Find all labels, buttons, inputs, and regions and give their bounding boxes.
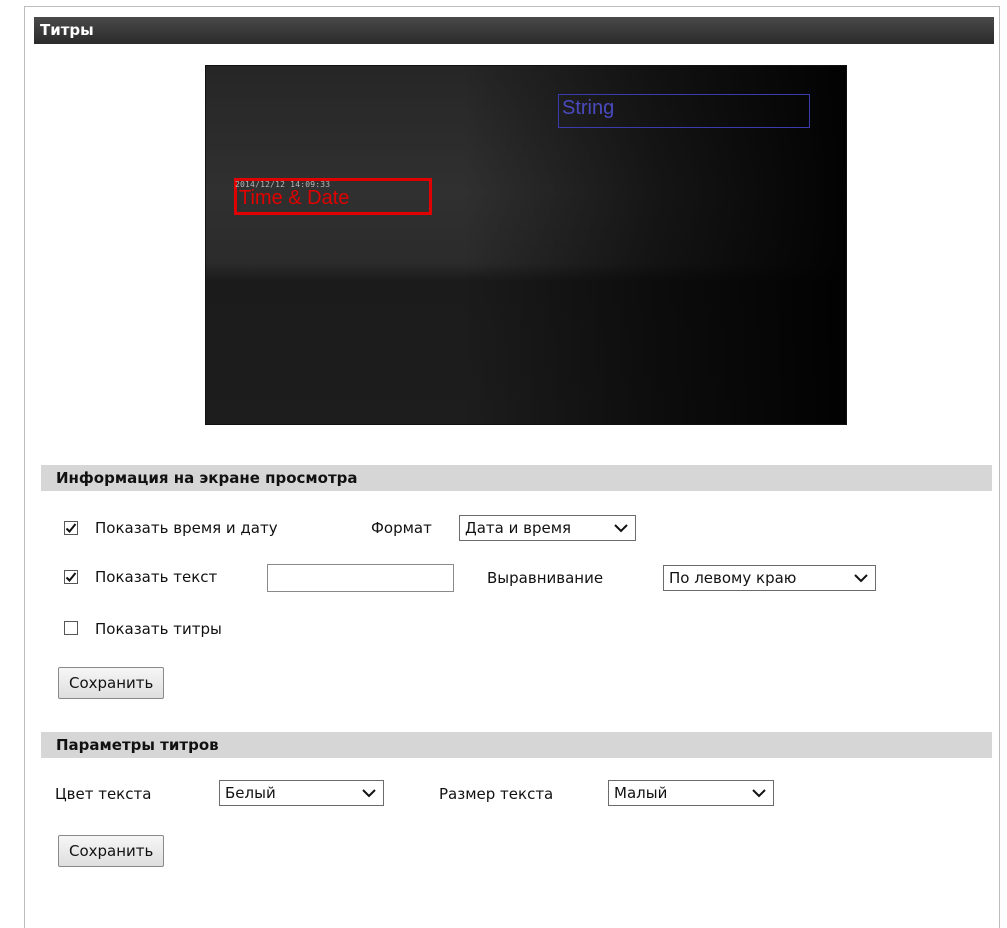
- page-title: Титры: [34, 17, 994, 44]
- text-size-select-value: Малый: [614, 784, 668, 802]
- show-text-checkbox[interactable]: [64, 570, 78, 584]
- chevron-down-icon: [362, 789, 376, 798]
- text-color-select-value: Белый: [225, 784, 276, 802]
- format-select-value: Дата и время: [465, 519, 572, 537]
- title-params-section-header: Параметры титров: [41, 732, 992, 758]
- video-preview[interactable]: String Time & Date 2014/12/12 14:09:33: [205, 65, 847, 425]
- text-color-label: Цвет текста: [55, 785, 152, 803]
- alignment-label: Выравнивание: [487, 569, 604, 587]
- checkmark-icon: [65, 523, 77, 533]
- string-overlay-box[interactable]: String: [558, 94, 810, 128]
- text-size-label: Размер текста: [439, 785, 554, 803]
- alignment-select[interactable]: По левому краю: [663, 565, 876, 591]
- chevron-down-icon: [614, 524, 628, 533]
- text-size-select[interactable]: Малый: [608, 780, 774, 806]
- text-input[interactable]: [267, 564, 454, 592]
- format-select[interactable]: Дата и время: [459, 515, 636, 541]
- osd-section-header: Информация на экране просмотра: [41, 465, 992, 491]
- title-params-save-button[interactable]: Сохранить: [58, 835, 165, 867]
- show-text-label: Показать текст: [95, 568, 218, 586]
- show-datetime-label: Показать время и дату: [95, 519, 278, 537]
- timestamp-text: 2014/12/12 14:09:33: [235, 180, 331, 189]
- string-overlay-label: String: [562, 97, 615, 119]
- show-titles-checkbox[interactable]: [64, 621, 78, 635]
- alignment-select-value: По левому краю: [669, 569, 797, 587]
- show-titles-label: Показать титры: [95, 620, 222, 638]
- text-color-select[interactable]: Белый: [219, 780, 384, 806]
- show-datetime-checkbox[interactable]: [64, 521, 78, 535]
- osd-save-button[interactable]: Сохранить: [58, 667, 165, 699]
- checkmark-icon: [65, 572, 77, 582]
- chevron-down-icon: [854, 574, 868, 583]
- chevron-down-icon: [752, 789, 766, 798]
- format-label: Формат: [371, 519, 432, 537]
